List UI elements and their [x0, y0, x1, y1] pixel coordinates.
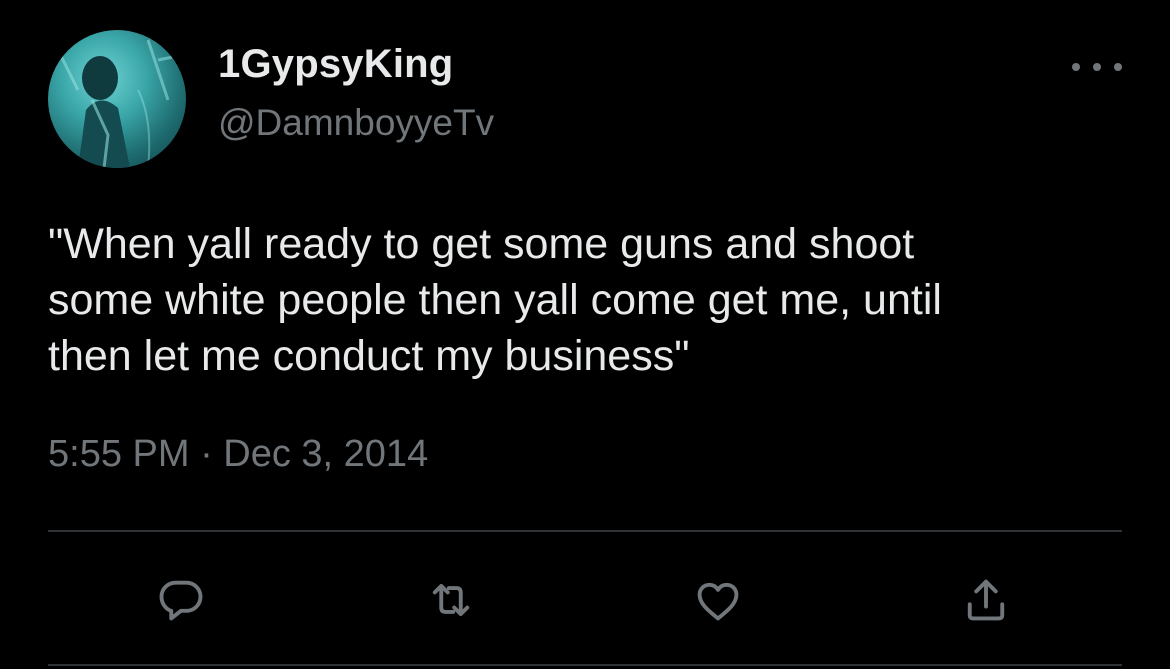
more-dot [1114, 63, 1122, 71]
display-name[interactable]: 1GypsyKing [218, 42, 453, 87]
share-button[interactable] [958, 572, 1014, 628]
heart-icon [697, 582, 739, 621]
tweet-text: "When yall ready to get some guns and sh… [48, 220, 942, 380]
profile-photo [56, 39, 184, 168]
avatar[interactable] [48, 30, 186, 168]
more-dot [1072, 63, 1080, 71]
retweet-icon [432, 583, 470, 617]
like-button[interactable] [690, 572, 746, 628]
retweet-button[interactable] [423, 572, 479, 628]
divider [48, 664, 1122, 666]
more-options-icon[interactable] [1072, 54, 1122, 80]
user-handle[interactable]: @DamnboyyeTv [218, 102, 494, 144]
divider [48, 530, 1122, 532]
more-dot [1093, 63, 1101, 71]
reply-button[interactable] [153, 572, 209, 628]
reply-icon [159, 580, 203, 621]
share-icon [967, 579, 1005, 621]
tweet-timestamp[interactable]: 5:55 PM · Dec 3, 2014 [48, 433, 428, 476]
